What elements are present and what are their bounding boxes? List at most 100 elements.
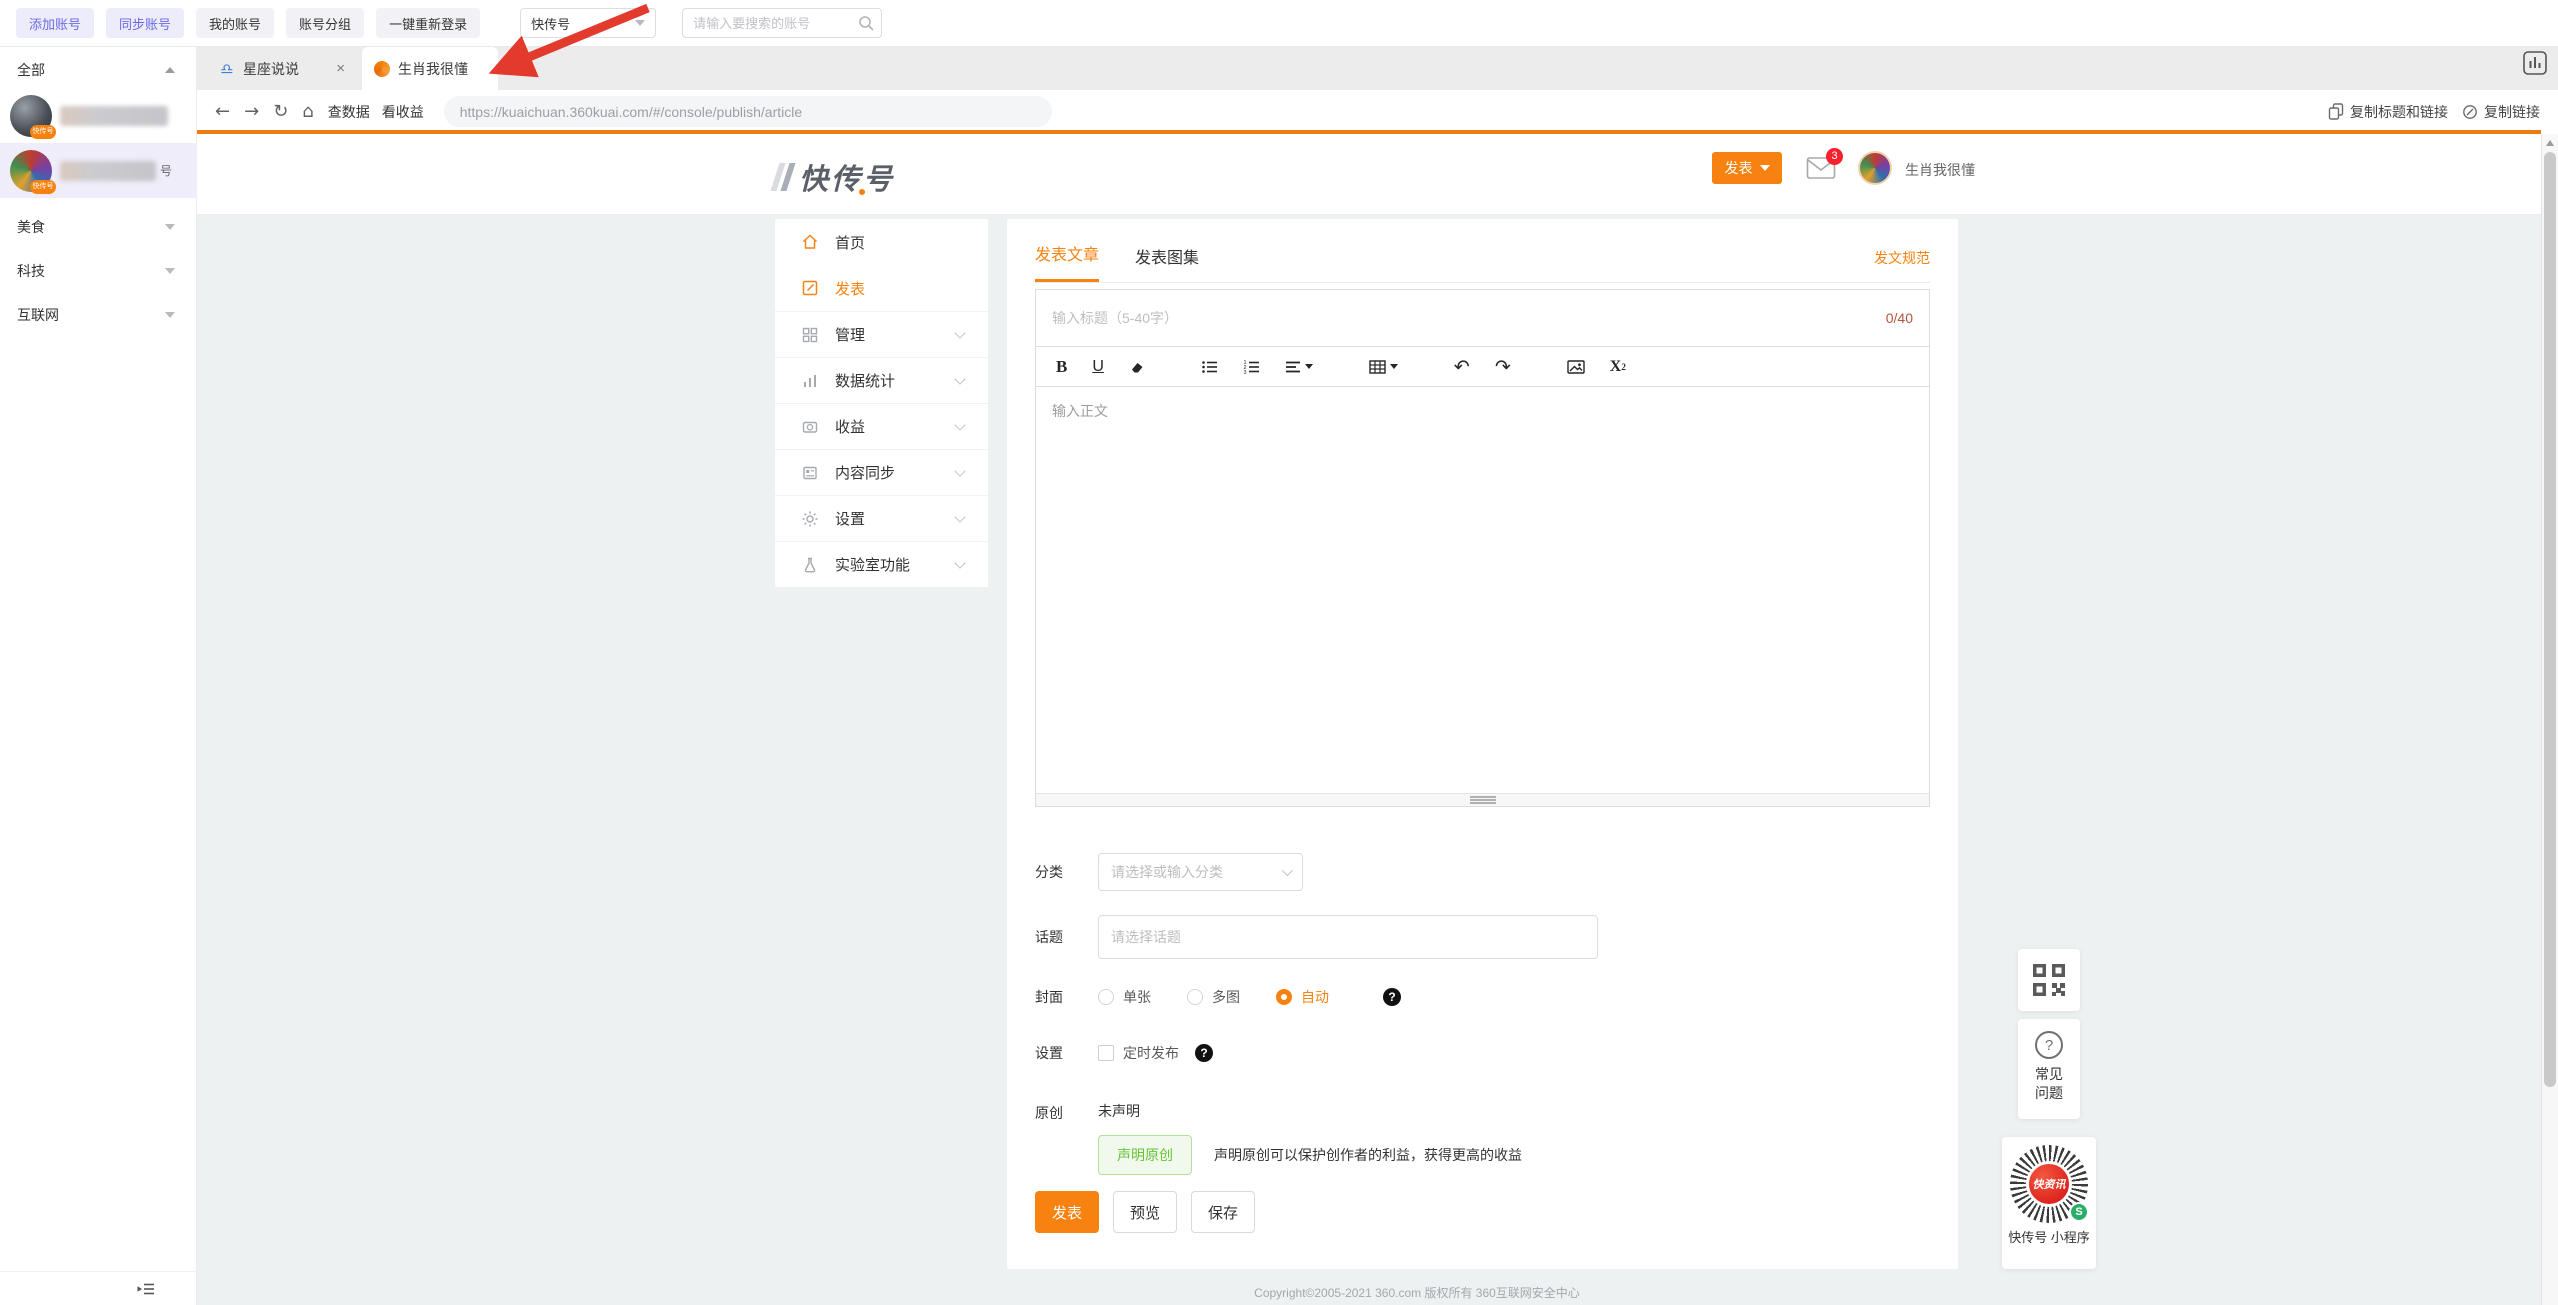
- tab-publish-gallery[interactable]: 发表图集: [1135, 244, 1199, 282]
- table-icon: [1369, 359, 1386, 375]
- cover-row: 封面 单张 多图 自动 ?: [1035, 987, 1930, 1007]
- nav-item-revenue[interactable]: 收益: [775, 403, 988, 449]
- nav-item-statistics[interactable]: 数据统计: [775, 357, 988, 403]
- category-select[interactable]: 请选择或输入分类: [1098, 853, 1303, 891]
- chevron-down-icon: [165, 224, 175, 230]
- sidebar-item-all[interactable]: 全部: [0, 55, 197, 85]
- close-tab-icon[interactable]: ×: [336, 60, 345, 77]
- radio-icon[interactable]: [1187, 989, 1203, 1005]
- underline-button[interactable]: U: [1092, 358, 1104, 376]
- platform-select[interactable]: 快传号: [520, 8, 656, 38]
- account-search-input[interactable]: [682, 8, 882, 38]
- publish-button[interactable]: 发表: [1035, 1191, 1099, 1233]
- publishing-guideline-link[interactable]: 发文规范: [1874, 248, 1930, 282]
- scroll-up-icon[interactable]: [2546, 140, 2554, 146]
- nav-item-home[interactable]: 首页: [775, 219, 988, 265]
- refresh-icon[interactable]: ↻: [273, 101, 288, 122]
- sync-account-button[interactable]: 同步账号: [106, 8, 184, 38]
- collapse-arrow-icon[interactable]: [165, 67, 175, 73]
- body-placeholder: 输入正文: [1052, 401, 1108, 421]
- nav-item-publish[interactable]: 发表: [775, 265, 988, 311]
- stats-panel-icon[interactable]: [2522, 50, 2548, 76]
- format-clear-button[interactable]: [1129, 359, 1145, 375]
- tab-publish-article[interactable]: 发表文章: [1035, 241, 1099, 282]
- logo-dot: [859, 189, 865, 195]
- relogin-button[interactable]: 一键重新登录: [376, 8, 480, 38]
- nav-item-settings[interactable]: 设置: [775, 495, 988, 541]
- account-item[interactable]: 快传号: [0, 88, 197, 143]
- tab-favicon-constellation: ♎: [219, 61, 235, 77]
- nav-item-manage[interactable]: 管理: [775, 311, 988, 357]
- add-account-button[interactable]: 添加账号: [16, 8, 94, 38]
- sidebar-group-tech[interactable]: 科技: [0, 249, 197, 293]
- cover-help-icon[interactable]: ?: [1383, 988, 1401, 1006]
- nav-label: 发表: [835, 278, 865, 299]
- radio-icon[interactable]: [1098, 989, 1114, 1005]
- vertical-scrollbar[interactable]: [2541, 134, 2558, 1305]
- my-account-button[interactable]: 我的账号: [196, 8, 274, 38]
- numbered-list-button[interactable]: 1 2 3: [1243, 359, 1260, 375]
- home-icon: [801, 233, 819, 251]
- address-bar[interactable]: https://kuaichuan.360kuai.com/#/console/…: [444, 96, 1052, 127]
- account-name-redacted: [60, 161, 156, 181]
- copy-link-button[interactable]: 复制链接: [2462, 102, 2540, 122]
- miniprogram-qr-widget[interactable]: 快资讯 S 快传号 小程序: [2002, 1137, 2096, 1269]
- table-button[interactable]: [1369, 359, 1398, 375]
- undo-button[interactable]: ↶: [1454, 356, 1470, 378]
- browser-tab-xingzuo[interactable]: ♎ 星座说说 ×: [205, 47, 355, 90]
- message-count-badge: 3: [1826, 148, 1843, 165]
- qr-code-widget[interactable]: [2018, 949, 2080, 1011]
- editor-resize-handle[interactable]: [1036, 793, 1929, 806]
- scrollbar-thumb[interactable]: [2544, 152, 2556, 1087]
- chevron-down-icon: [635, 20, 645, 26]
- messages-button[interactable]: 3: [1806, 156, 1836, 185]
- redo-button[interactable]: ↷: [1495, 356, 1511, 378]
- insert-image-button[interactable]: [1567, 359, 1585, 375]
- topic-input[interactable]: [1098, 915, 1598, 959]
- sidebar-group-food[interactable]: 美食: [0, 205, 197, 249]
- header-publish-button[interactable]: 发表: [1712, 152, 1782, 184]
- radio-selected-icon[interactable]: [1276, 989, 1292, 1005]
- sidebar-group-internet[interactable]: 互联网: [0, 293, 197, 337]
- account-search: [682, 8, 882, 38]
- account-name-suffix: 号: [160, 162, 172, 179]
- cover-option-single[interactable]: 单张: [1098, 987, 1151, 1007]
- check-data-link[interactable]: 查数据: [328, 102, 370, 122]
- nav-item-content-sync[interactable]: 内容同步: [775, 449, 988, 495]
- platform-select-value: 快传号: [531, 14, 570, 33]
- category-row: 分类 请选择或输入分类: [1035, 853, 1930, 891]
- superscript-button[interactable]: X2: [1610, 358, 1626, 376]
- article-body-editor[interactable]: 输入正文: [1035, 387, 1930, 807]
- faq-widget[interactable]: ? 常见 问题: [2018, 1019, 2080, 1119]
- title-input-box: 0/40: [1035, 289, 1930, 347]
- account-group-button[interactable]: 账号分组: [286, 8, 364, 38]
- home-icon[interactable]: ⌂: [302, 101, 313, 122]
- check-revenue-link[interactable]: 看收益: [382, 102, 424, 122]
- cover-option-label: 自动: [1301, 987, 1329, 1007]
- flask-icon: [801, 556, 819, 574]
- forward-icon[interactable]: →: [244, 101, 259, 122]
- align-button[interactable]: [1285, 359, 1313, 375]
- title-input[interactable]: [1052, 310, 1874, 326]
- avatar: 快传号: [10, 95, 52, 137]
- chevron-down-icon: [165, 268, 175, 274]
- bold-button[interactable]: B: [1056, 357, 1067, 377]
- save-button[interactable]: 保存: [1191, 1191, 1255, 1233]
- bullet-list-button[interactable]: [1201, 359, 1218, 375]
- nav-label: 设置: [835, 508, 865, 529]
- declare-original-button[interactable]: 声明原创: [1098, 1135, 1192, 1175]
- copy-title-link-button[interactable]: 复制标题和链接: [2328, 102, 2448, 122]
- back-icon[interactable]: ←: [215, 101, 230, 122]
- account-item-selected[interactable]: 快传号 号: [0, 143, 197, 198]
- collapse-sidebar-icon[interactable]: [137, 1280, 155, 1298]
- scheduled-help-icon[interactable]: ?: [1195, 1044, 1213, 1062]
- preview-button[interactable]: 预览: [1113, 1191, 1177, 1233]
- user-avatar[interactable]: [1858, 151, 1892, 185]
- scheduled-publish-checkbox[interactable]: [1098, 1045, 1114, 1061]
- nav-item-lab[interactable]: 实验室功能: [775, 541, 988, 587]
- cover-option-multi[interactable]: 多图: [1187, 987, 1240, 1007]
- svg-text:3: 3: [1243, 370, 1246, 375]
- browser-tab-shengxiao[interactable]: 生肖我很懂: [362, 47, 498, 90]
- cover-option-label: 多图: [1212, 987, 1240, 1007]
- cover-option-auto[interactable]: 自动: [1276, 987, 1329, 1007]
